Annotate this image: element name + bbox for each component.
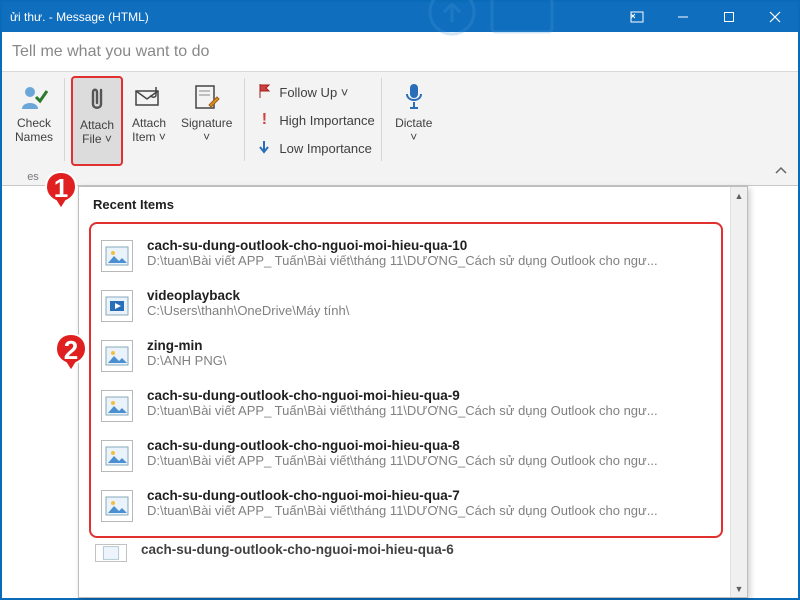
check-names-button[interactable]: Check Names: [8, 76, 60, 166]
tell-me-placeholder: Tell me what you want to do: [12, 43, 209, 61]
window-title: ửi thư. - Message (HTML): [10, 10, 149, 24]
signature-icon: [193, 80, 221, 114]
low-importance-icon: [257, 139, 271, 158]
annotation-callout-1: 1: [44, 170, 78, 210]
list-item[interactable]: cach-su-dung-outlook-cho-nguoi-moi-hieu-…: [95, 480, 717, 530]
high-importance-label: High Importance: [279, 113, 374, 128]
maximize-button[interactable]: [706, 2, 752, 32]
image-file-icon: [95, 544, 127, 562]
file-path: D:\tuan\Bài viết APP_ Tuấn\Bài viết\thán…: [147, 453, 711, 468]
low-importance-label: Low Importance: [279, 141, 372, 156]
file-name: cach-su-dung-outlook-cho-nguoi-moi-hieu-…: [147, 388, 711, 403]
tell-me-search[interactable]: Tell me what you want to do: [2, 32, 798, 72]
attach-item-icon: [134, 80, 164, 114]
list-item[interactable]: cach-su-dung-outlook-cho-nguoi-moi-hieu-…: [95, 380, 717, 430]
high-importance-button[interactable]: ! High Importance: [257, 110, 374, 130]
check-names-label: Check Names: [15, 116, 53, 144]
file-path: D:\tuan\Bài viết APP_ Tuấn\Bài viết\thán…: [147, 503, 711, 518]
window-buttons: [614, 2, 798, 32]
close-button[interactable]: [752, 2, 798, 32]
follow-up-button[interactable]: Follow Up ˅: [257, 82, 374, 102]
panel-scrollbar[interactable]: ▲ ▼: [730, 187, 747, 597]
follow-up-label: Follow Up ˅: [279, 85, 348, 100]
signature-button[interactable]: Signature ˅: [175, 76, 238, 166]
ribbon-group-voice: Dictate ˅: [382, 72, 446, 185]
microphone-icon: [403, 80, 425, 114]
list-item[interactable]: videoplaybackC:\Users\thanh\OneDrive\Máy…: [95, 280, 717, 330]
file-path: D:\tuan\Bài viết APP_ Tuấn\Bài viết\thán…: [147, 253, 711, 268]
ribbon-display-options-button[interactable]: [614, 2, 660, 32]
attach-file-dropdown: Recent Items ▲ ▼ cach-su-dung-outlook-ch…: [78, 186, 748, 598]
list-item[interactable]: zing-minD:\ANH PNG\: [95, 330, 717, 380]
flag-icon: [257, 83, 271, 102]
attach-item-label: Attach Item ˅: [132, 116, 166, 144]
check-names-icon: [19, 80, 49, 114]
video-file-icon: [101, 290, 133, 322]
file-path: C:\Users\thanh\OneDrive\Máy tính\: [147, 303, 711, 318]
file-name: cach-su-dung-outlook-cho-nguoi-moi-hieu-…: [147, 488, 711, 503]
dictate-label: Dictate ˅: [395, 116, 432, 144]
recent-items-header: Recent Items: [79, 187, 747, 218]
high-importance-icon: !: [257, 111, 271, 129]
file-path: D:\ANH PNG\: [147, 353, 711, 368]
attach-item-button[interactable]: Attach Item ˅: [123, 76, 175, 166]
scroll-down-button[interactable]: ▼: [731, 580, 747, 597]
file-name: zing-min: [147, 338, 711, 353]
file-name: videoplayback: [147, 288, 711, 303]
scroll-up-button[interactable]: ▲: [731, 187, 747, 204]
image-file-icon: [101, 390, 133, 422]
ribbon-group-include: Attach File ˅ Attach Item ˅ Signature ˅: [65, 72, 244, 185]
signature-label: Signature ˅: [181, 116, 232, 144]
file-name: cach-su-dung-outlook-cho-nguoi-moi-hieu-…: [141, 542, 717, 557]
annotation-callout-2: 2: [54, 332, 88, 372]
ribbon: Check Names es Attach File ˅ Attach Item…: [2, 72, 798, 186]
image-file-icon: [101, 490, 133, 522]
attach-file-label: Attach File ˅: [80, 118, 114, 146]
ribbon-group-tags: Follow Up ˅ ! High Importance Low Import…: [245, 72, 380, 185]
recent-items-list: cach-su-dung-outlook-cho-nguoi-moi-hieu-…: [89, 222, 723, 538]
list-item[interactable]: cach-su-dung-outlook-cho-nguoi-moi-hieu-…: [95, 230, 717, 280]
file-name: cach-su-dung-outlook-cho-nguoi-moi-hieu-…: [147, 438, 711, 453]
low-importance-button[interactable]: Low Importance: [257, 138, 374, 158]
list-item[interactable]: cach-su-dung-outlook-cho-nguoi-moi-hieu-…: [95, 430, 717, 480]
image-file-icon: [101, 440, 133, 472]
attach-file-button[interactable]: Attach File ˅: [71, 76, 123, 166]
list-item[interactable]: cach-su-dung-outlook-cho-nguoi-moi-hieu-…: [89, 538, 723, 570]
minimize-button[interactable]: [660, 2, 706, 32]
collapse-ribbon-button[interactable]: [774, 165, 788, 179]
image-file-icon: [101, 340, 133, 372]
file-name: cach-su-dung-outlook-cho-nguoi-moi-hieu-…: [147, 238, 711, 253]
title-bar: ửi thư. - Message (HTML): [2, 2, 798, 32]
image-file-icon: [101, 240, 133, 272]
file-path: D:\tuan\Bài viết APP_ Tuấn\Bài viết\thán…: [147, 403, 711, 418]
dictate-button[interactable]: Dictate ˅: [388, 76, 440, 166]
ribbon-group-names: Check Names es: [2, 72, 64, 185]
paperclip-icon: [87, 82, 107, 116]
